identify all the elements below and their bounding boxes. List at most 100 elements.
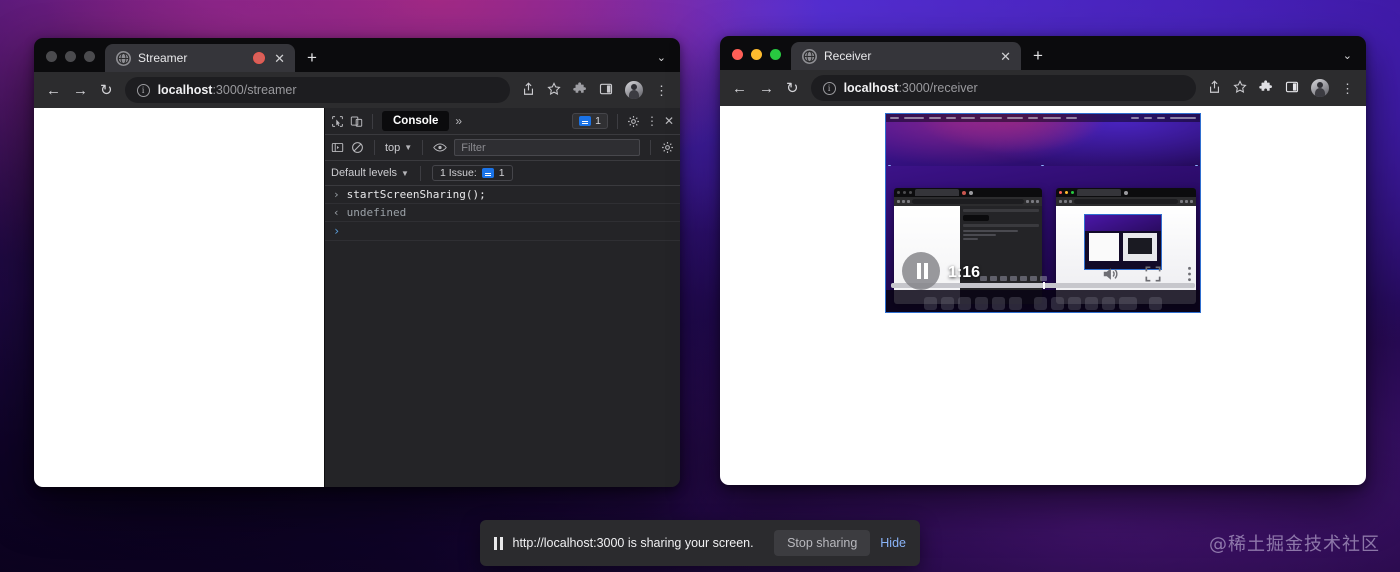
console-output[interactable]: › startScreenSharing(); ‹ undefined › xyxy=(325,186,680,487)
receiver-traffic-lights[interactable] xyxy=(720,49,791,70)
menu-status-item xyxy=(1157,116,1165,120)
avatar-icon[interactable] xyxy=(625,81,643,99)
receiver-toolbar: ← → ↻ i localhost:3000/receiver ⋮ xyxy=(720,70,1366,106)
close-tab-button[interactable]: ✕ xyxy=(998,50,1013,63)
captured-toolbar xyxy=(894,197,1042,206)
receiver-tab[interactable]: Receiver ✕ xyxy=(791,42,1021,70)
receiver-page-content: 1:16 xyxy=(720,106,1366,485)
streamer-url: localhost:3000/streamer xyxy=(158,83,297,97)
devtools-panel: Console » 1 ⋮ ✕ top ▼ Filter Default lev… xyxy=(324,108,680,487)
divider xyxy=(616,113,618,129)
gear-icon[interactable] xyxy=(627,115,640,128)
watermark: @稀土掘金技术社区 xyxy=(1209,534,1380,555)
gear-icon[interactable] xyxy=(661,141,674,154)
screen-sharing-notification-bar: http://localhost:3000 is sharing your sc… xyxy=(480,520,920,566)
streamer-tab[interactable]: Streamer ✕ xyxy=(105,44,295,72)
reload-button[interactable]: ↻ xyxy=(100,83,113,98)
divider xyxy=(419,165,421,181)
pause-icon[interactable] xyxy=(902,252,940,290)
device-toolbar-icon[interactable] xyxy=(350,115,363,128)
menu-item xyxy=(980,116,1002,120)
captured-tab xyxy=(1077,189,1121,196)
close-window-button[interactable] xyxy=(46,51,57,62)
close-tab-button[interactable]: ✕ xyxy=(272,52,287,65)
puzzle-icon[interactable] xyxy=(1259,80,1273,96)
console-command: startScreenSharing(); xyxy=(346,188,486,201)
console-prompt-row[interactable]: › xyxy=(325,222,680,241)
chevron-down-icon[interactable]: ⌄ xyxy=(657,51,666,64)
chevron-down-icon[interactable]: ⌄ xyxy=(1343,49,1352,62)
site-info-icon[interactable]: i xyxy=(822,81,836,95)
browser-menu-button[interactable]: ⋮ xyxy=(1341,82,1354,95)
receiver-address-bar[interactable]: i localhost:3000/receiver xyxy=(810,75,1196,101)
log-levels-selector[interactable]: Default levels ▼ xyxy=(331,167,409,179)
context-selector[interactable]: top ▼ xyxy=(385,142,412,154)
url-path: :3000/receiver xyxy=(898,81,978,95)
filter-placeholder: Filter xyxy=(461,141,486,154)
inspect-cursor-icon[interactable] xyxy=(331,115,344,128)
streamer-address-bar[interactable]: i localhost:3000/streamer xyxy=(124,77,510,103)
site-info-icon[interactable]: i xyxy=(136,83,150,97)
issues-badge[interactable]: 1 xyxy=(572,113,608,129)
fullscreen-icon[interactable] xyxy=(1145,266,1161,287)
panel-icon[interactable] xyxy=(1285,80,1299,96)
browser-menu-button[interactable]: ⋮ xyxy=(655,84,668,97)
hide-button[interactable]: Hide xyxy=(880,536,906,550)
console-sidebar-icon[interactable] xyxy=(331,141,344,154)
menu-item xyxy=(1043,116,1061,120)
streamer-traffic-lights[interactable] xyxy=(34,51,105,72)
devtools-menu-button[interactable]: ⋮ xyxy=(646,115,658,127)
close-devtools-button[interactable]: ✕ xyxy=(664,115,674,127)
menu-item xyxy=(946,116,956,120)
avatar-icon[interactable] xyxy=(1311,79,1329,97)
captured-toolbar xyxy=(1056,197,1196,206)
pause-icon[interactable] xyxy=(494,536,503,550)
captured-tab-bar xyxy=(894,188,1042,197)
menu-clock xyxy=(1170,116,1196,120)
url-host: localhost xyxy=(157,83,213,97)
more-panels-button[interactable]: » xyxy=(455,114,462,128)
divider xyxy=(372,113,373,129)
menu-item xyxy=(890,116,899,120)
menu-item xyxy=(1007,116,1023,120)
chevron-down-icon: ▼ xyxy=(404,143,413,152)
volume-icon[interactable] xyxy=(1101,266,1119,287)
panel-icon[interactable] xyxy=(599,82,613,98)
forward-button[interactable]: → xyxy=(759,81,774,96)
streamer-browser-window[interactable]: Streamer ✕ + ⌄ ← → ↻ i localhost:3000/st… xyxy=(34,38,680,487)
receiver-tab-bar: Receiver ✕ + ⌄ xyxy=(720,36,1366,70)
kebab-icon[interactable] xyxy=(1187,265,1192,288)
share-icon[interactable] xyxy=(1208,80,1221,96)
star-icon[interactable] xyxy=(1233,80,1247,96)
forward-button[interactable]: → xyxy=(73,83,88,98)
back-button[interactable]: ← xyxy=(732,81,747,96)
close-window-button[interactable] xyxy=(732,49,743,60)
share-icon[interactable] xyxy=(522,82,535,98)
console-filter-input[interactable]: Filter xyxy=(454,139,640,156)
devtools-levels-toolbar: Default levels ▼ 1 Issue: 1 xyxy=(325,161,680,186)
menu-status-item xyxy=(1131,116,1139,120)
zoom-window-button[interactable] xyxy=(770,49,781,60)
receiver-url: localhost:3000/receiver xyxy=(844,81,978,95)
tab-console[interactable]: Console xyxy=(382,111,450,131)
live-expression-icon[interactable] xyxy=(433,141,447,154)
stop-sharing-button[interactable]: Stop sharing xyxy=(774,530,871,556)
minimize-window-button[interactable] xyxy=(751,49,762,60)
clear-console-icon[interactable] xyxy=(351,141,364,154)
new-tab-button[interactable]: + xyxy=(1033,47,1043,64)
reload-button[interactable]: ↻ xyxy=(786,81,799,96)
star-icon[interactable] xyxy=(547,82,561,98)
globe-icon xyxy=(802,48,817,64)
zoom-window-button[interactable] xyxy=(84,51,95,62)
receiver-browser-window[interactable]: Receiver ✕ + ⌄ ← → ↻ i localhost:3000/re… xyxy=(720,36,1366,485)
back-button[interactable]: ← xyxy=(46,83,61,98)
minimize-window-button[interactable] xyxy=(65,51,76,62)
new-tab-button[interactable]: + xyxy=(307,49,317,66)
captured-tab xyxy=(915,189,959,196)
issue-summary-pill[interactable]: 1 Issue: 1 xyxy=(431,165,513,181)
menu-item xyxy=(1066,116,1077,120)
puzzle-icon[interactable] xyxy=(573,82,587,98)
prompt-marker-icon: › xyxy=(333,224,341,238)
captured-dock xyxy=(886,290,1200,312)
shared-screen-video-player[interactable]: 1:16 xyxy=(885,113,1201,313)
